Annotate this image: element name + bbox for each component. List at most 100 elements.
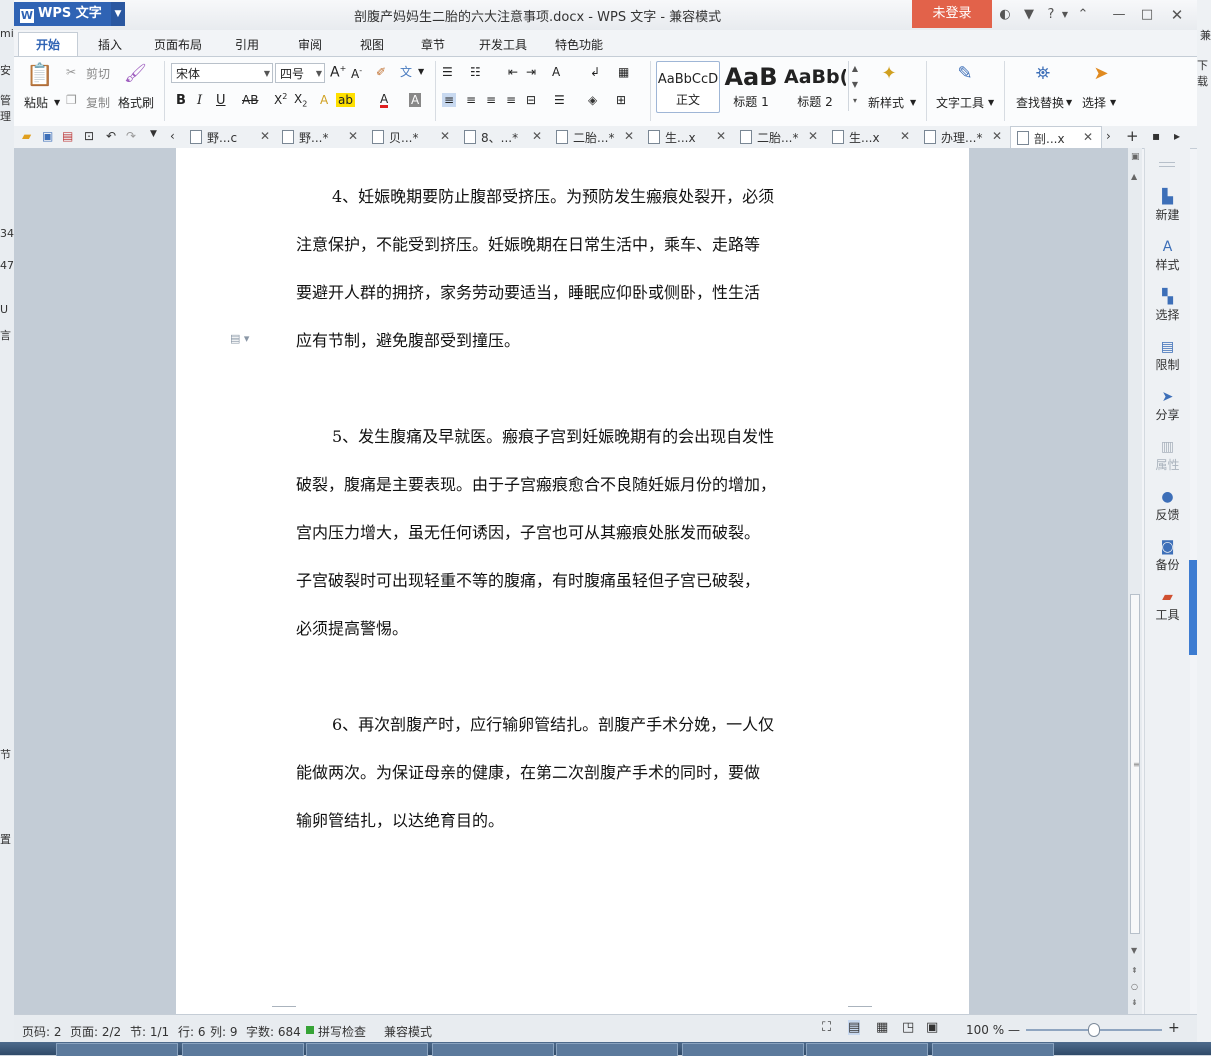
login-button[interactable]: 未登录 [912, 0, 992, 28]
doc-tab[interactable]: 生...x ✕ [648, 129, 726, 146]
close-tab-icon[interactable]: ✕ [348, 129, 358, 143]
close-button[interactable]: ✕ [1168, 6, 1186, 24]
underline-icon[interactable]: U [216, 93, 226, 108]
doc-tab[interactable]: 生...x ✕ [832, 129, 910, 146]
paste-icon[interactable]: 📋 [26, 63, 53, 91]
text-tools-dropdown-icon[interactable]: ▼ [988, 98, 994, 107]
collapse-ribbon-icon[interactable]: ⌃ [1074, 6, 1092, 24]
sidebar-item-new[interactable]: ▙ 新建 [1145, 188, 1190, 223]
tab-developer[interactable]: 开发工具 [479, 36, 527, 53]
taskbar-app[interactable] [56, 1043, 178, 1056]
line-spacing-icon[interactable]: ☰ [554, 93, 565, 107]
increase-indent-icon[interactable]: ⇥ [526, 65, 536, 79]
phonetic-guide-icon[interactable]: 文 [400, 63, 412, 80]
asian-layout-icon[interactable]: A [552, 65, 560, 79]
print-icon[interactable]: ▤ [62, 129, 73, 143]
cut-icon[interactable]: ✂ [66, 65, 76, 79]
tab-home[interactable]: 开始 [18, 32, 78, 57]
strikethrough-icon[interactable]: AB [242, 93, 258, 107]
char-shading-icon[interactable]: A [409, 93, 422, 107]
superscript-icon[interactable]: X2 [274, 92, 287, 107]
taskbar-app[interactable] [432, 1043, 554, 1056]
tab-menu-icon[interactable]: ▸ [1174, 129, 1180, 143]
taskbar-app[interactable] [182, 1043, 304, 1056]
sidebar-item-feedback[interactable]: ● 反馈 [1145, 488, 1190, 523]
spell-check-button[interactable]: 拼写检查 [318, 1023, 366, 1040]
tab-view[interactable]: 视图 [360, 36, 384, 53]
select-dropdown-icon[interactable]: ▼ [1110, 98, 1116, 107]
close-tab-icon[interactable]: ✕ [900, 129, 910, 143]
zoom-in-button[interactable]: + [1168, 1020, 1180, 1036]
style-gallery-scroll[interactable]: ▲ ▼ ▾ [848, 61, 861, 111]
outline-view-icon[interactable]: ▦ [876, 1020, 888, 1035]
sidebar-item-restrict[interactable]: ▤ 限制 [1145, 338, 1190, 373]
tab-page-layout[interactable]: 页面布局 [154, 36, 202, 53]
close-tab-icon[interactable]: ✕ [532, 129, 542, 143]
close-tab-icon[interactable]: ✕ [716, 129, 726, 143]
fit-width-icon[interactable]: ⛶ [822, 1020, 831, 1035]
font-color-icon[interactable]: A [380, 93, 389, 108]
sidebar-item-style[interactable]: A 样式 [1145, 238, 1190, 273]
taskbar-app[interactable] [932, 1043, 1054, 1056]
sidebar-item-select[interactable]: ▚ 选择 [1145, 288, 1190, 323]
format-painter-icon[interactable]: 🖌 [124, 63, 147, 87]
close-tab-icon[interactable]: ✕ [1083, 130, 1093, 144]
text-effect-icon[interactable]: A [320, 93, 328, 107]
bullet-list-icon[interactable]: ☰ [442, 65, 453, 79]
page-view-icon[interactable]: ▤ [848, 1020, 861, 1035]
subscript-icon[interactable]: X2 [294, 92, 307, 108]
close-tab-icon[interactable]: ✕ [440, 129, 450, 143]
zoom-level[interactable]: 100 % [966, 1023, 1004, 1037]
doc-tab[interactable]: 二胎...* ✕ [556, 129, 634, 146]
doc-tab[interactable]: 二胎...* ✕ [740, 129, 818, 146]
undo-icon[interactable]: ↶ [106, 129, 116, 143]
prev-page-icon[interactable]: ⇞ [1131, 966, 1138, 975]
justify-icon[interactable]: ≡ [506, 93, 516, 107]
doc-tab[interactable]: 野...* ✕ [282, 129, 358, 146]
tab-insert[interactable]: 插入 [98, 36, 122, 53]
shrink-font-icon[interactable]: A- [351, 66, 362, 81]
copy-button[interactable]: 复制 [86, 94, 110, 111]
vertical-scrollbar[interactable]: ▣ ▲ ≡ ▼ ⇞ ○ ⇟ [1128, 148, 1142, 1014]
browse-object-icon[interactable]: ○ [1131, 982, 1138, 991]
document-area[interactable]: 4、妊娠晚期要防止腹部受挤压。为预防发生瘢痕处裂开，必须 注意保护，不能受到挤压… [14, 148, 1138, 1014]
phonetic-dropdown-icon[interactable]: ▼ [418, 67, 424, 76]
select-button[interactable]: 选择 [1082, 94, 1106, 111]
reading-view-icon[interactable]: ▣ [926, 1020, 938, 1035]
distribute-icon[interactable]: ⊟ [526, 93, 536, 107]
style-normal[interactable]: AaBbCcD 正文 [656, 61, 720, 113]
new-tab-icon[interactable]: + [1126, 127, 1139, 145]
align-center-icon[interactable]: ≡ [466, 93, 476, 107]
cut-button[interactable]: 剪切 [86, 65, 110, 82]
find-replace-button[interactable]: 查找替换 [1016, 94, 1064, 111]
doc-tab[interactable]: 贝...* ✕ [372, 129, 450, 146]
sidebar-item-share[interactable]: ➤ 分享 [1145, 388, 1190, 423]
document-page[interactable]: 4、妊娠晚期要防止腹部受挤压。为预防发生瘢痕处裂开，必须 注意保护，不能受到挤压… [176, 148, 969, 1014]
next-page-icon[interactable]: ⇟ [1131, 998, 1138, 1007]
align-right-icon[interactable]: ≡ [486, 93, 496, 107]
shirt-icon[interactable]: ▼ [1020, 6, 1038, 24]
grow-font-icon[interactable]: A+ [330, 64, 346, 81]
new-style-icon[interactable]: ✦ [876, 63, 902, 84]
paragraph-handle-icon[interactable]: ▤ ▾ [230, 332, 249, 345]
style-heading-1[interactable]: AaB 标题 1 [720, 61, 782, 111]
scrollbar-thumb[interactable]: ≡ [1130, 594, 1140, 934]
quick-access-dropdown-icon[interactable]: ▼ [150, 129, 157, 139]
scroll-up-icon[interactable]: ▲ [1131, 172, 1137, 181]
minimize-button[interactable]: — [1110, 6, 1128, 24]
paste-dropdown-icon[interactable]: ▼ [54, 98, 60, 107]
table-icon[interactable]: ▦ [618, 65, 629, 79]
text-tools-button[interactable]: 文字工具 [936, 94, 984, 111]
close-tab-icon[interactable]: ✕ [808, 129, 818, 143]
italic-icon[interactable]: I [197, 93, 202, 108]
borders-icon[interactable]: ⊞ [616, 93, 626, 107]
status-word-count[interactable]: 字数: 684 [246, 1023, 301, 1040]
clear-format-icon[interactable]: ✐ [376, 65, 386, 79]
highlight-icon[interactable]: ab [336, 93, 355, 107]
find-dropdown-icon[interactable]: ▼ [1066, 98, 1072, 107]
numbered-list-icon[interactable]: ☷ [470, 65, 481, 79]
tab-chapter[interactable]: 章节 [421, 36, 445, 53]
tab-list-icon[interactable]: ▪ [1152, 129, 1160, 143]
paragraph-6[interactable]: 6、再次剖腹产时，应行输卵管结扎。剖腹产手术分娩，一人仅 能做两次。为保证母亲的… [296, 701, 856, 845]
format-painter-button[interactable]: 格式刷 [118, 94, 154, 111]
